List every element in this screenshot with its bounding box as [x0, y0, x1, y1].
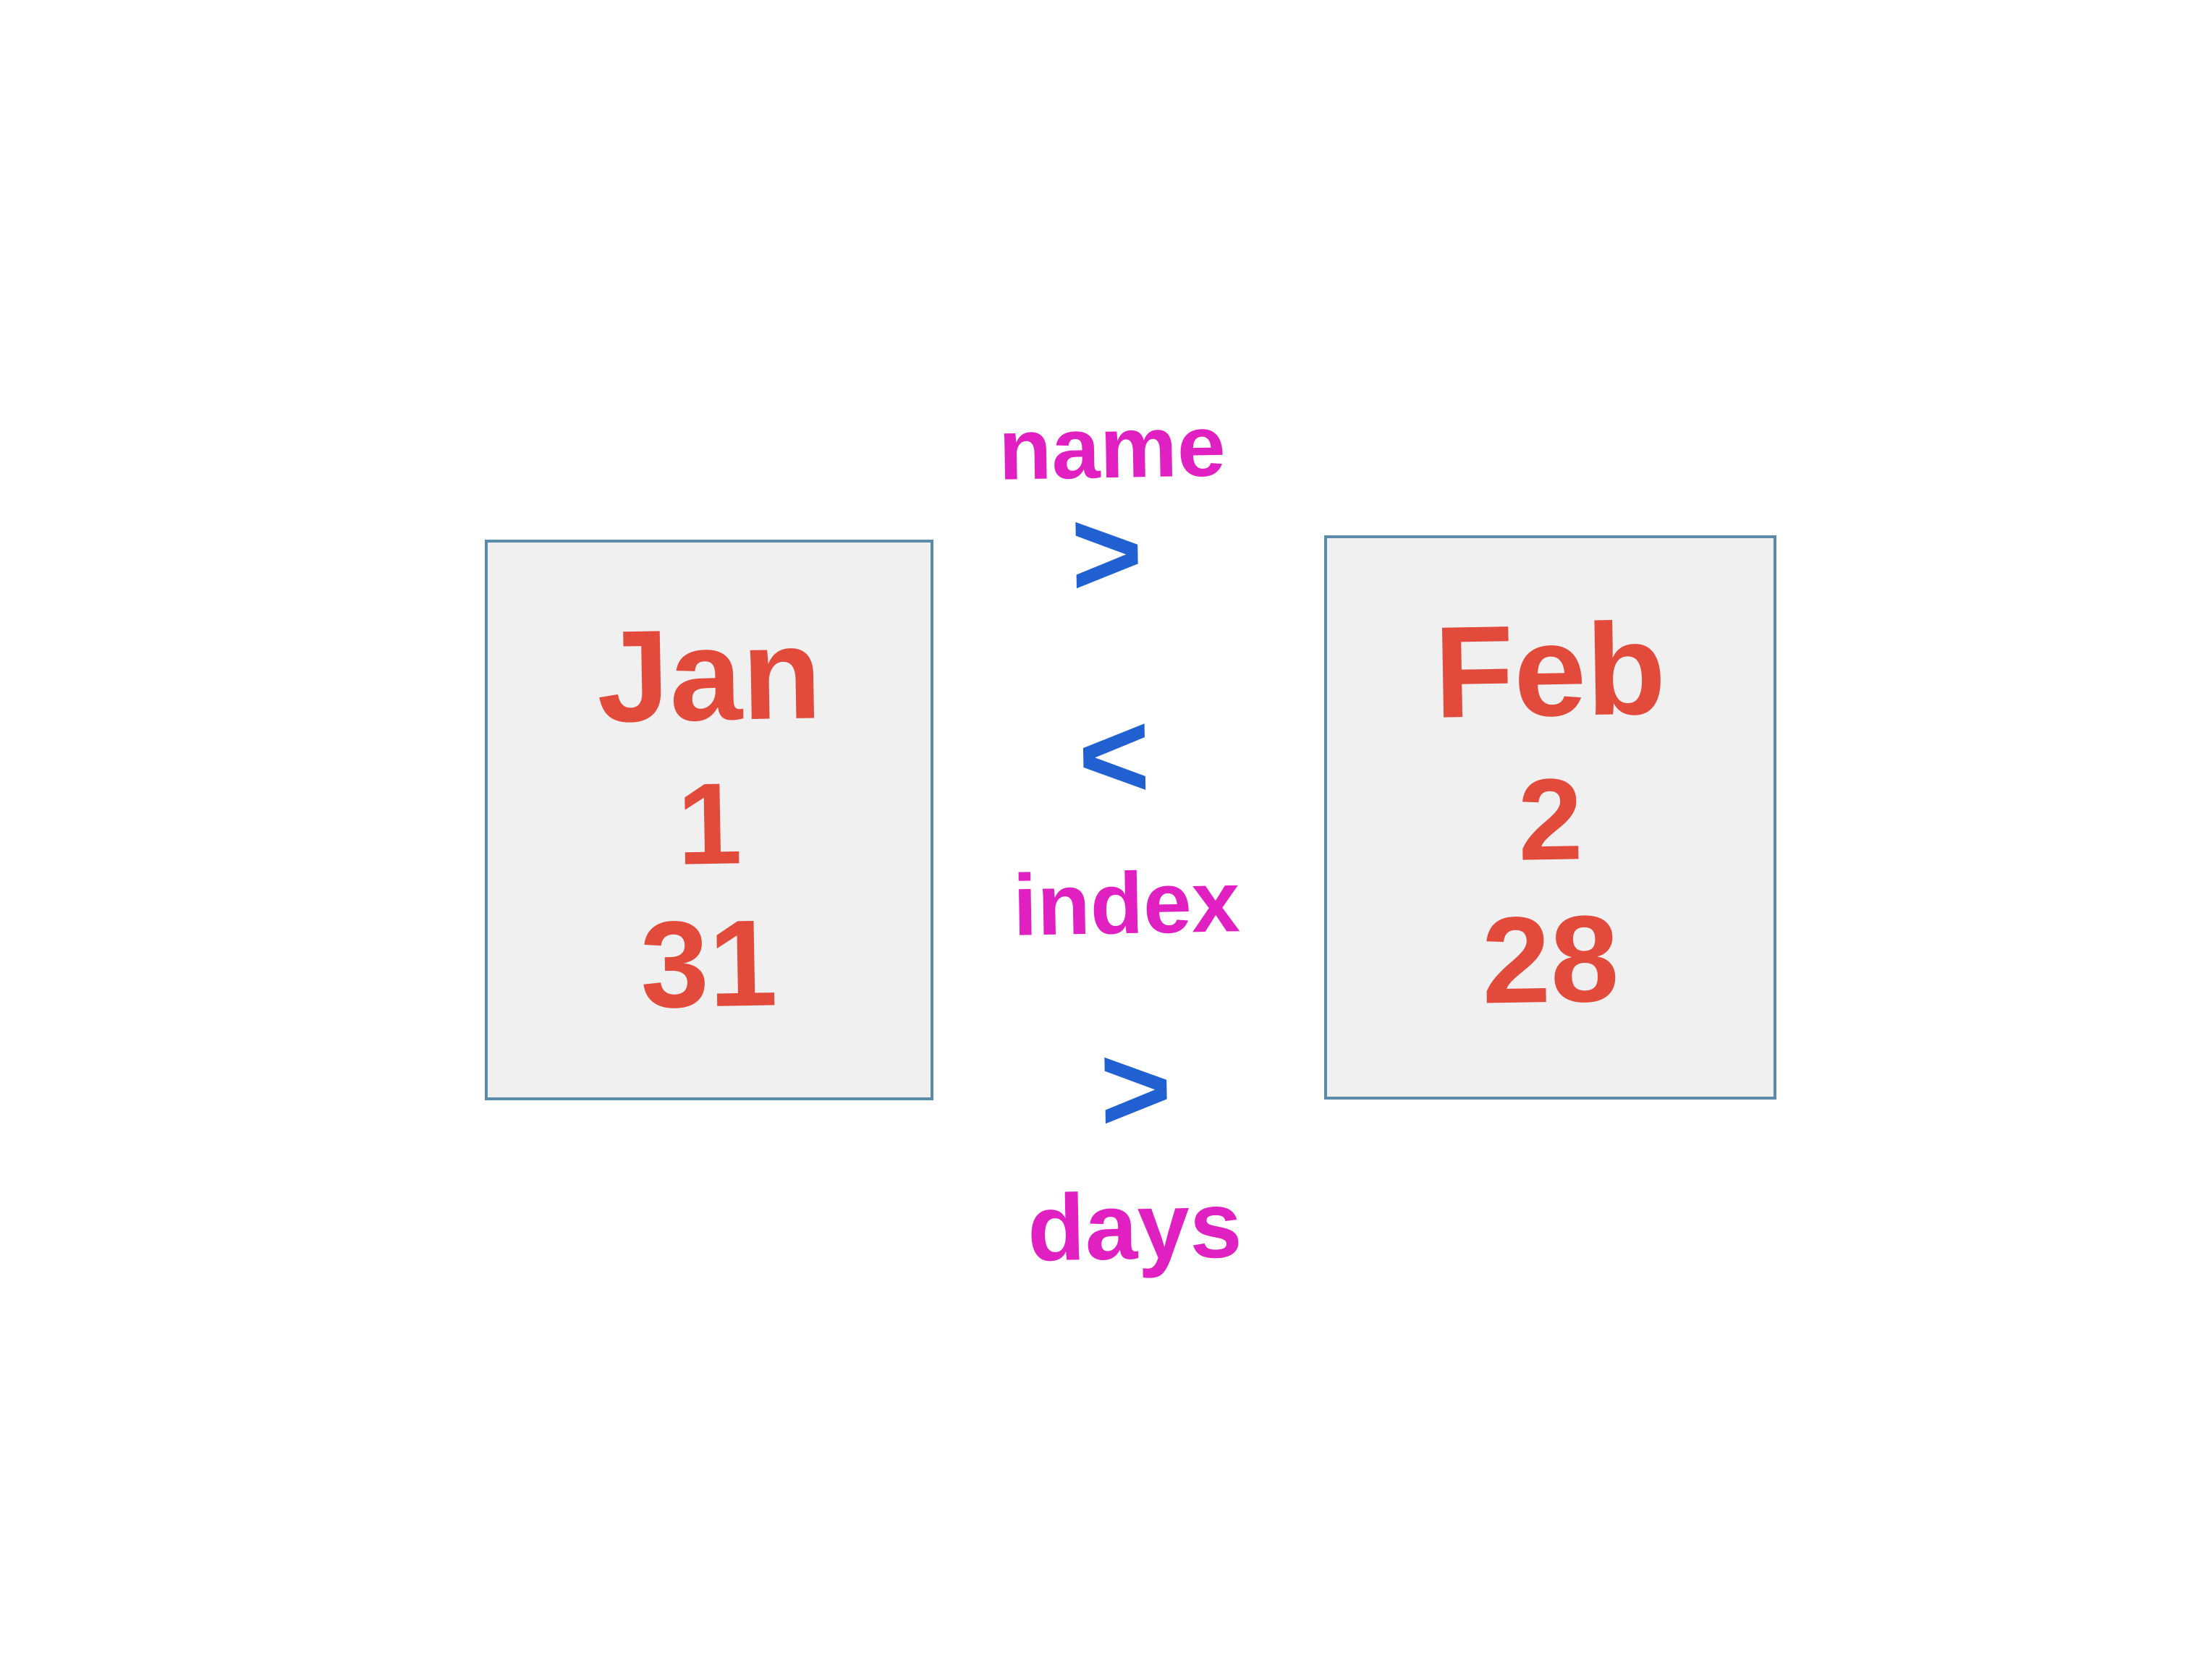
- month-index-right: 2: [1517, 752, 1583, 887]
- comparator-name: >: [1070, 491, 1144, 616]
- month-box-jan: Jan 1 31: [485, 540, 933, 1100]
- month-days-right: 28: [1480, 888, 1619, 1032]
- month-days-left: 31: [640, 893, 779, 1037]
- label-days: days: [1027, 1170, 1243, 1282]
- month-name-right: Feb: [1433, 594, 1668, 748]
- month-name-left: Jan: [596, 598, 823, 752]
- comparator-days: >: [1099, 1026, 1173, 1151]
- month-index-left: 1: [676, 757, 742, 891]
- diagram-canvas: Jan 1 31 Feb 2 28 name index days > < >: [0, 0, 2212, 1658]
- label-index: index: [1012, 851, 1241, 955]
- comparator-index: <: [1077, 694, 1151, 818]
- month-box-feb: Feb 2 28: [1324, 535, 1776, 1100]
